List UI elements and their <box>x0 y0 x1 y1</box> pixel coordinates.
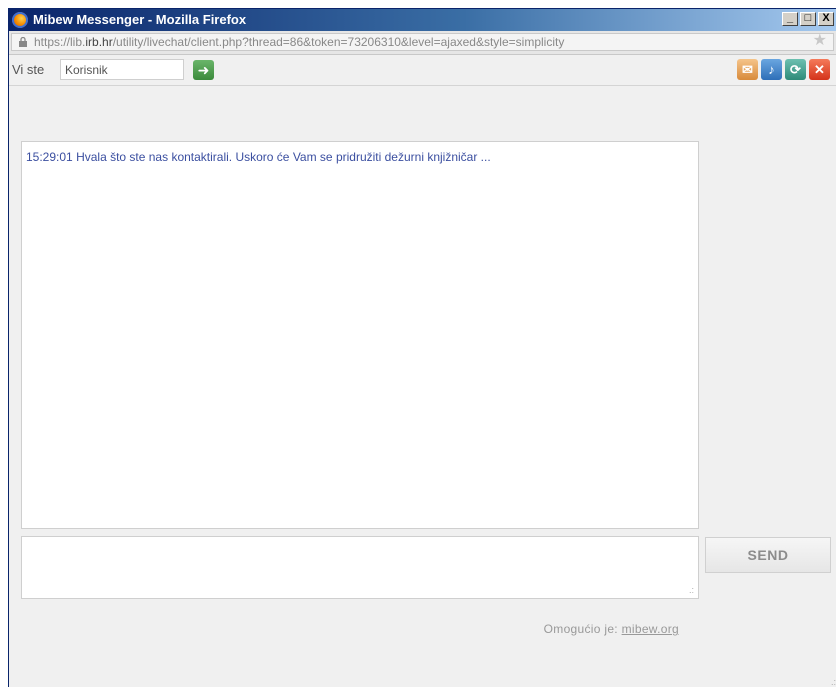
title-bar[interactable]: Mibew Messenger - Mozilla Firefox _ □ X <box>9 9 836 31</box>
chat-log[interactable]: 15:29:01 Hvala što ste nas kontaktirali.… <box>21 141 699 529</box>
maximize-button[interactable]: □ <box>800 12 816 26</box>
powered-by: Omogućio je: mibew.org <box>9 622 679 636</box>
message-time: 15:29:01 <box>26 150 73 164</box>
resize-grip-icon[interactable]: .: <box>689 586 694 595</box>
arrow-right-icon: ➜ <box>197 62 210 78</box>
url-bar: https://lib.irb.hr/utility/livechat/clie… <box>9 31 836 55</box>
sound-icon[interactable]: ♪ <box>761 59 782 80</box>
you-are-label: Vi ste <box>12 62 45 77</box>
message-input[interactable]: .: <box>21 536 699 599</box>
mibew-link[interactable]: mibew.org <box>622 622 679 636</box>
name-input[interactable] <box>60 59 184 80</box>
url-field[interactable]: https://lib.irb.hr/utility/livechat/clie… <box>11 33 834 51</box>
message-text: Hvala što ste nas kontaktirali. Uskoro ć… <box>76 150 491 164</box>
window-resize-grip-icon[interactable]: .: <box>831 677 836 687</box>
minimize-button[interactable]: _ <box>782 12 798 26</box>
change-name-button[interactable]: ➜ <box>193 60 214 80</box>
mail-icon[interactable]: ✉ <box>737 59 758 80</box>
chat-page: Vi ste ➜ ✉ ♪ ⟳ ✕ 15:29:01 Hvala što ste … <box>9 55 836 687</box>
powered-label: Omogućio je: <box>543 622 618 636</box>
close-window-button[interactable]: X <box>818 12 834 26</box>
chat-toolbar: Vi ste ➜ ✉ ♪ ⟳ ✕ <box>9 55 836 86</box>
bookmark-star-icon[interactable]: ★ <box>813 33 827 49</box>
window-title: Mibew Messenger - Mozilla Firefox <box>33 12 247 27</box>
browser-window: Mibew Messenger - Mozilla Firefox _ □ X … <box>8 8 836 687</box>
lock-icon <box>19 37 27 47</box>
close-icon[interactable]: ✕ <box>809 59 830 80</box>
chat-message: 15:29:01 Hvala što ste nas kontaktirali.… <box>26 150 491 164</box>
window-controls: _ □ X <box>782 12 834 28</box>
firefox-icon <box>12 12 28 28</box>
send-button[interactable]: SEND <box>705 537 831 573</box>
toolbar-icons: ✉ ♪ ⟳ ✕ <box>737 59 830 80</box>
refresh-icon[interactable]: ⟳ <box>785 59 806 80</box>
url-text: https://lib.irb.hr/utility/livechat/clie… <box>34 35 565 49</box>
